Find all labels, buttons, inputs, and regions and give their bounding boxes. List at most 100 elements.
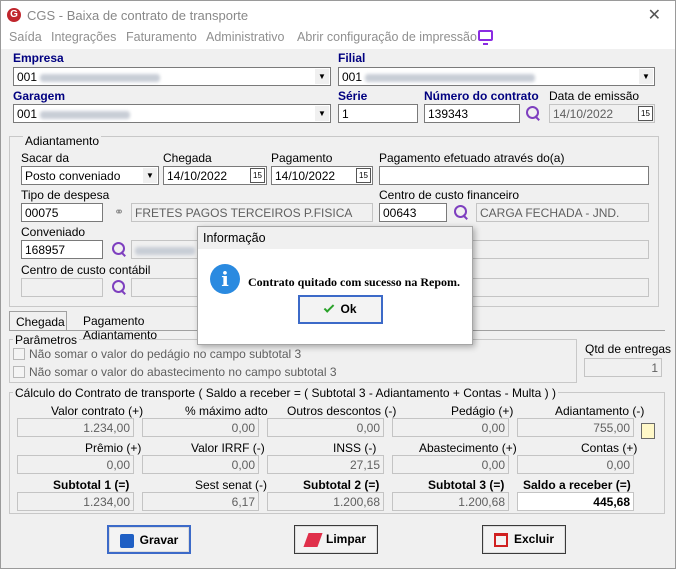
filial-blurred-text	[365, 73, 536, 82]
data-emissao-value: 14/10/2022	[553, 107, 614, 121]
saldo-field: 445,68	[517, 492, 634, 511]
monitor-icon[interactable]	[478, 30, 493, 45]
menu-faturamento[interactable]: Faturamento	[126, 30, 197, 44]
empresa-label: Empresa	[13, 51, 64, 65]
conveniado-label: Conveniado	[21, 225, 86, 239]
data-emissao-label: Data de emissão	[549, 89, 640, 103]
saldo-label: Saldo a receber (=)	[523, 478, 631, 492]
pedagio-field: 0,00	[392, 418, 509, 437]
chevron-down-icon[interactable]: ▼	[315, 106, 329, 121]
excluir-button[interactable]: Excluir	[482, 525, 566, 554]
inss-label: INSS (-)	[333, 441, 377, 455]
search-icon[interactable]	[453, 204, 469, 220]
conveniado-input[interactable]: 168957	[21, 240, 103, 259]
serie-label: Série	[338, 89, 368, 103]
garagem-label: Garagem	[13, 89, 66, 103]
centro-custo-contabil-input[interactable]	[21, 278, 103, 297]
filial-label: Filial	[338, 51, 366, 65]
ok-label: Ok	[340, 302, 357, 316]
gravar-label: Gravar	[139, 533, 179, 547]
empresa-select[interactable]: 001 ▼	[13, 67, 331, 86]
binoculars-icon[interactable]: ⚭	[114, 205, 124, 219]
tipo-despesa-label: Tipo de despesa	[21, 188, 110, 202]
adiantamento-field: 755,00	[517, 418, 634, 437]
parametros-title: Parâmetros	[13, 333, 80, 347]
sest-field: 6,17	[142, 492, 259, 511]
main-window: G CGS - Baixa de contrato de transporte …	[0, 0, 676, 569]
outros-desc-label: Outros descontos (-)	[287, 404, 397, 418]
pagamento-date[interactable]: 14/10/2022 15	[271, 166, 373, 185]
pagamento-label: Pagamento	[271, 151, 333, 165]
excluir-label: Excluir	[513, 532, 555, 546]
sacar-de-select[interactable]: Posto conveniado ▼	[21, 166, 159, 185]
checkbox-pedagio[interactable]	[13, 348, 25, 360]
centro-custo-fin-label: Centro de custo financeiro	[379, 188, 520, 202]
chevron-down-icon[interactable]: ▼	[143, 168, 157, 183]
search-icon[interactable]	[111, 279, 127, 295]
outros-desc-field: 0,00	[267, 418, 384, 437]
checkbox-abastecimento[interactable]	[13, 366, 25, 378]
chegada-value: 14/10/2022	[167, 169, 228, 183]
sacar-de-value: Posto conveniado	[25, 169, 121, 183]
sest-label: Sest senat (-)	[195, 478, 268, 492]
calendar-icon[interactable]: 15	[250, 168, 265, 183]
chegada-date[interactable]: 14/10/2022 15	[163, 166, 267, 185]
adiantamento-title: Adiantamento	[23, 134, 102, 148]
garagem-blurred-text	[40, 110, 131, 119]
tipo-despesa-desc: FRETES PAGOS TERCEIROS P.FISICA	[131, 203, 373, 222]
data-emissao-field: 14/10/2022 15	[549, 104, 655, 123]
trash-icon	[493, 532, 508, 547]
opt-abastecimento-label: Não somar o valor do abastecimento no ca…	[29, 365, 337, 379]
subtotal1-label: Subtotal 1 (=)	[53, 478, 130, 492]
subtotal3-field: 1.200,68	[392, 492, 509, 511]
abastecimento-field: 0,00	[392, 455, 509, 474]
chevron-down-icon[interactable]: ▼	[639, 69, 653, 84]
filial-select[interactable]: 001 ▼	[338, 67, 655, 86]
conveniado-blurred-text	[135, 246, 195, 255]
numero-contrato-input[interactable]: 139343	[424, 104, 520, 123]
qtd-entregas-label: Qtd de entregas	[585, 342, 672, 356]
pag-efetuado-input[interactable]	[379, 166, 649, 185]
tipo-despesa-input[interactable]: 00075	[21, 203, 103, 222]
search-icon[interactable]	[111, 241, 127, 257]
app-logo-icon: G	[7, 8, 21, 22]
title-bar: G CGS - Baixa de contrato de transporte …	[1, 1, 675, 29]
calendar-icon[interactable]: 15	[356, 168, 371, 183]
valor-contrato-label: Valor contrato (+)	[51, 404, 144, 418]
serie-input[interactable]: 1	[338, 104, 418, 123]
search-icon[interactable]	[525, 105, 541, 121]
menu-bar: Saída Integrações Faturamento Administra…	[1, 29, 675, 49]
garagem-value: 001	[17, 107, 38, 121]
gravar-button[interactable]: Gravar	[107, 525, 191, 554]
premio-field: 0,00	[17, 455, 134, 474]
inss-field: 27,15	[267, 455, 384, 474]
calendar-icon[interactable]: 15	[638, 106, 653, 121]
pagamento-value: 14/10/2022	[275, 169, 336, 183]
premio-label: Prêmio (+)	[85, 441, 142, 455]
limpar-button[interactable]: Limpar	[294, 525, 378, 554]
clipboard-icon[interactable]	[641, 423, 655, 439]
qtd-entregas-field: 1	[584, 358, 662, 377]
menu-saida[interactable]: Saída	[9, 30, 42, 44]
centro-custo-contabil-label: Centro de custo contábil	[21, 263, 151, 277]
chegada-label: Chegada	[163, 151, 212, 165]
adiantamento-label: Adiantamento (-)	[555, 404, 645, 418]
menu-integracoes[interactable]: Integrações	[51, 30, 116, 44]
info-icon: i	[210, 264, 240, 294]
pct-max-field: 0,00	[142, 418, 259, 437]
subtotal2-label: Subtotal 2 (=)	[303, 478, 380, 492]
subtotal1-field: 1.234,00	[17, 492, 134, 511]
ok-button[interactable]: Ok	[298, 295, 383, 324]
empresa-blurred-text	[40, 73, 161, 82]
limpar-label: Limpar	[325, 532, 366, 546]
centro-custo-fin-input[interactable]: 00643	[379, 203, 447, 222]
menu-config-impressao[interactable]: Abrir configuração de impressão	[297, 30, 477, 44]
chevron-down-icon[interactable]: ▼	[315, 69, 329, 84]
tab-chegada[interactable]: Chegada	[9, 311, 67, 331]
close-icon[interactable]: ✕	[648, 5, 661, 25]
subtotal3-label: Subtotal 3 (=)	[428, 478, 505, 492]
tab-pagamento-adiantamento[interactable]: Pagamento Adiantamento	[77, 311, 217, 342]
save-icon	[119, 533, 134, 548]
menu-administrativo[interactable]: Administrativo	[206, 30, 285, 44]
garagem-select[interactable]: 001 ▼	[13, 104, 331, 123]
